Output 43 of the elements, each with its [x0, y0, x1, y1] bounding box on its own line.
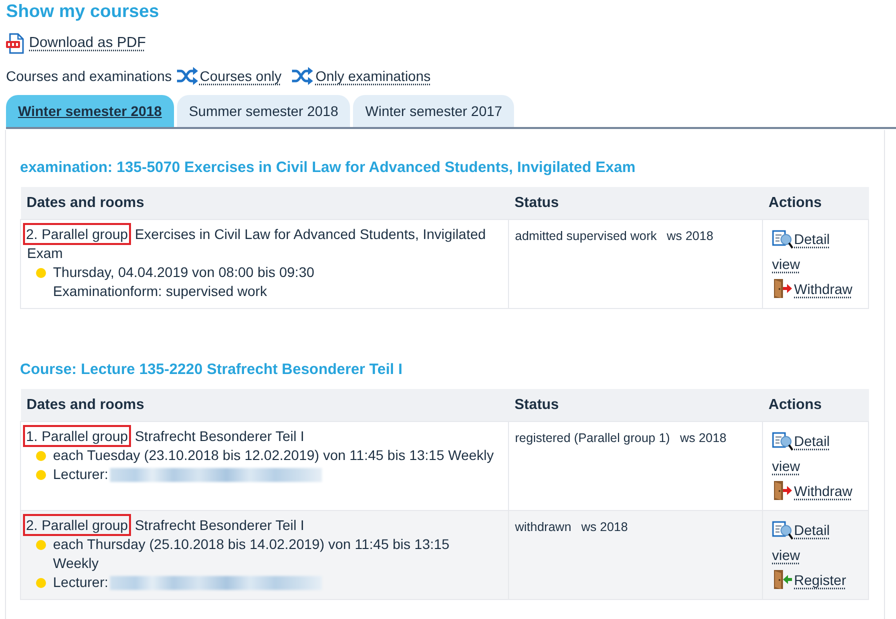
- detail-view-link[interactable]: Detail view: [772, 518, 856, 568]
- detail-view-link[interactable]: Detail view: [772, 429, 856, 479]
- download-pdf-link[interactable]: Download as PDF: [29, 35, 146, 51]
- term-text: ws 2018: [581, 520, 628, 534]
- term-text: ws 2018: [680, 431, 727, 445]
- column-header: Dates and rooms: [20, 187, 508, 220]
- semester-tab[interactable]: Winter semester 2017: [353, 95, 514, 127]
- status-text: admitted supervised work: [515, 229, 657, 243]
- document-search-icon: [772, 520, 793, 540]
- file-icon: [6, 32, 24, 54]
- section-heading: examination: 135-5070 Exercises in Civil Law for Advanced Students, Invigilated Exam: [20, 159, 636, 177]
- door-exit-icon: [772, 479, 793, 501]
- shuffle-icon: [176, 67, 198, 85]
- withdraw-link[interactable]: Withdraw: [772, 277, 856, 302]
- date-text: Thursday, 04.04.2019 von 08:00 bis 09:30: [53, 263, 314, 282]
- door-exit-icon: [772, 277, 793, 299]
- column-header: Status: [508, 187, 762, 220]
- filter-link[interactable]: Only examinations: [315, 68, 431, 84]
- semester-tab[interactable]: Winter semester 2018: [6, 95, 174, 127]
- date-text: each Thursday (25.10.2018 bis 14.02.2019) von 11:45 bis 13:15 Weekly: [53, 535, 450, 573]
- document-search-icon: [772, 431, 793, 451]
- door-enter-icon: [772, 568, 793, 590]
- column-header: Dates and rooms: [20, 389, 508, 422]
- withdraw-link[interactable]: Withdraw: [772, 479, 856, 504]
- register-link[interactable]: Register: [772, 568, 856, 593]
- date-text: each Tuesday (23.10.2018 bis 12.02.2019) von 11:45 bis 13:15 Weekly: [53, 446, 494, 465]
- semester-tab[interactable]: Summer semester 2018: [176, 95, 350, 127]
- term-text: ws 2018: [666, 229, 714, 243]
- detail-view-link[interactable]: Detail view: [772, 227, 856, 277]
- status-text: registered (Parallel group 1): [515, 431, 670, 445]
- column-header: Status: [508, 389, 762, 422]
- column-header: Actions: [762, 187, 868, 220]
- column-header: Actions: [762, 389, 868, 422]
- filter-link[interactable]: Courses only: [200, 68, 282, 84]
- filter-label: Courses and examinations: [6, 68, 172, 84]
- status-text: withdrawn: [515, 520, 572, 534]
- date-text: Lecturer:: [53, 573, 108, 592]
- shuffle-icon: [291, 67, 314, 85]
- section-heading: Course: Lecture 135-2220 Strafrecht Besonderer Teil I: [20, 361, 404, 379]
- date-text: Lecturer:: [53, 465, 108, 484]
- date-text: Examinationform: supervised work: [53, 282, 267, 301]
- document-search-icon: [772, 229, 793, 249]
- page-title: Show my courses: [6, 0, 160, 22]
